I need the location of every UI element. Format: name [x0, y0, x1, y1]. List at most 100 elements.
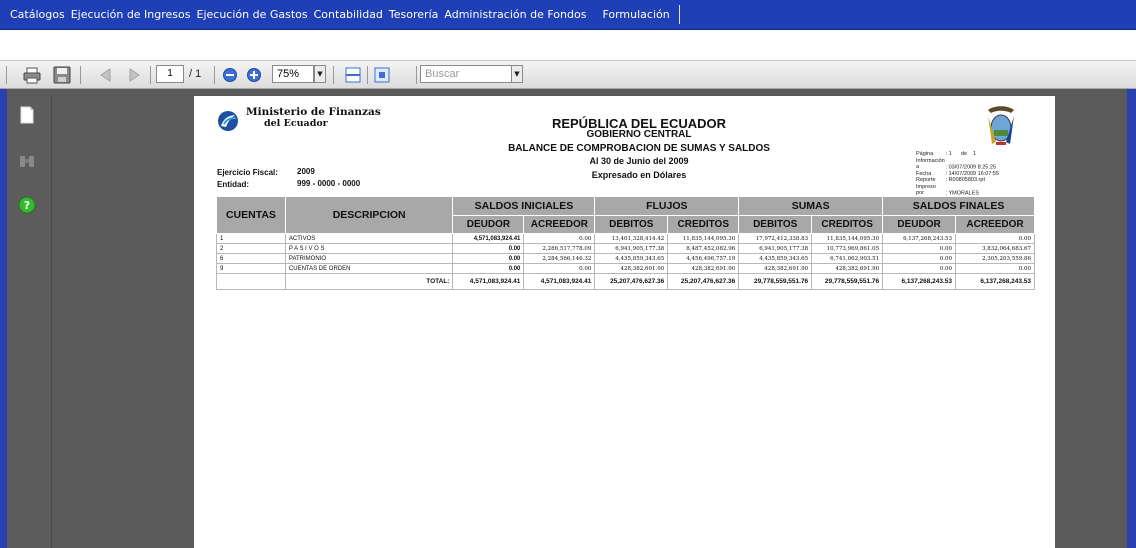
ministry-name: Ministerio de Finanzas — [246, 106, 381, 118]
zoom-out-button[interactable] — [220, 65, 240, 84]
informacion-label: Información a — [916, 157, 945, 171]
menu-bar: Catálogos Ejecución de Ingresos Ejecució… — [0, 0, 1136, 30]
table-row: 2 P A S I V O S 0.00 2,286,517,778.09 6,… — [216, 243, 1035, 254]
cell-fl-creditos: 8,487,452,082.96 — [667, 243, 740, 254]
cell-total-empty — [216, 273, 286, 290]
chevron-down-icon: ▼ — [317, 70, 323, 78]
print-icon — [23, 67, 41, 83]
report-date: Al 30 de Junio del 2009 — [589, 156, 689, 166]
cell-si-acreedor: 2,286,517,778.09 — [523, 243, 596, 254]
first-page-button[interactable] — [96, 65, 116, 84]
cell-sf-deudor: 0.00 — [882, 253, 957, 264]
cell-su-creditos: 11,835,144,095.30 — [811, 233, 884, 244]
col-su-creditos: CREDITOS — [811, 215, 884, 234]
toolbar-separator — [80, 66, 81, 84]
report-name: BALANCE DE COMPROBACION DE SUMAS Y SALDO… — [508, 143, 770, 154]
fit-width-icon — [345, 67, 361, 82]
cell-descripcion: PATRIMONIO — [285, 253, 454, 264]
toolbar-separator — [416, 66, 417, 84]
cell-cuenta: 9 — [216, 263, 286, 274]
cell-total-su-debitos: 29,778,559,551.76 — [738, 273, 813, 290]
col-sumas: SUMAS — [738, 196, 884, 216]
col-cuentas: CUENTAS — [216, 196, 286, 234]
chevron-down-icon: ▼ — [514, 70, 520, 78]
pagina-total: 1 — [973, 151, 977, 157]
report-toolbar: 1 / 1 75% ▼ Buscar ▼ — [0, 61, 1136, 89]
menu-catalogos[interactable]: Catálogos — [0, 8, 68, 21]
cell-sf-acreedor: 0.00 — [955, 263, 1035, 274]
zoom-out-icon — [223, 67, 237, 82]
cell-total-si-deudor: 4,571,083,924.41 — [452, 273, 525, 290]
document-map-button[interactable] — [18, 106, 36, 124]
cell-si-deudor: 0.00 — [452, 243, 525, 254]
cell-sf-acreedor: 0.00 — [955, 233, 1035, 244]
binoculars-icon — [20, 156, 34, 167]
cell-si-deudor: 0.00 — [452, 263, 525, 274]
zoom-select[interactable]: 75% — [272, 65, 314, 83]
viewer-left-margin — [52, 96, 194, 548]
page-number-input[interactable]: 1 — [156, 65, 184, 83]
fiscal-year-value: 2009 — [297, 167, 315, 176]
col-fl-debitos: DEBITOS — [594, 215, 669, 234]
search-dropdown-button[interactable]: ▼ — [511, 65, 523, 83]
cell-total-si-acreedor: 4,571,083,924.41 — [523, 273, 596, 290]
pagina-value: : 1 — [945, 151, 952, 157]
cell-su-debitos: 6,941,905,177.38 — [738, 243, 813, 254]
left-frame-border — [0, 89, 7, 548]
next-page-button[interactable] — [124, 65, 144, 84]
cell-sf-deudor: 0.00 — [882, 243, 957, 254]
menu-formulacion[interactable]: Formulación — [599, 8, 672, 21]
report-subtitle: GOBIERNO CENTRAL — [586, 129, 692, 140]
ministry-logo-icon — [218, 111, 238, 131]
zoom-in-icon — [247, 67, 261, 82]
cell-su-debitos: 17,972,412,338.83 — [738, 233, 813, 244]
search-input[interactable]: Buscar — [420, 65, 512, 83]
col-flujos: FLUJOS — [594, 196, 740, 216]
next-page-icon — [129, 67, 140, 82]
menu-administracion-fondos[interactable]: Administración de Fondos — [441, 8, 589, 21]
fit-page-button[interactable] — [372, 65, 392, 84]
cell-total-su-creditos: 29,778,559,551.76 — [811, 273, 884, 290]
cell-sf-deudor: 6,137,268,243.53 — [882, 233, 957, 244]
menu-contabilidad[interactable]: Contabilidad — [311, 8, 386, 21]
ministry-country: del Ecuador — [264, 118, 328, 129]
cell-su-creditos: 428,382,691.90 — [811, 263, 884, 274]
menu-tesoreria[interactable]: Tesorería — [386, 8, 441, 21]
cell-fl-debitos: 13,401,328,414.42 — [594, 233, 669, 244]
ecuador-coat-of-arms-icon — [988, 106, 1014, 145]
cell-sf-deudor: 0.00 — [882, 263, 957, 274]
col-si-acreedor: ACREEDOR — [523, 215, 596, 234]
table-row: 6 PATRIMONIO 0.00 2,284,566,146.32 4,435… — [216, 253, 1035, 264]
page-total: / 1 — [189, 68, 202, 80]
toolbar-separator — [214, 66, 215, 84]
cell-total-sf-acreedor: 6,137,268,243.53 — [955, 273, 1035, 290]
menu-ejecucion-ingresos[interactable]: Ejecución de Ingresos — [68, 8, 194, 21]
table-row: 1 ACTIVOS 4,571,083,924.41 0.00 13,401,3… — [216, 233, 1035, 244]
fecha-value: : 14/07/2009 16:07:55 — [945, 170, 1000, 177]
document-icon — [20, 106, 34, 124]
cell-si-deudor: 0.00 — [452, 253, 525, 264]
cell-cuenta: 1 — [216, 233, 286, 244]
cell-si-acreedor: 0.00 — [523, 263, 596, 274]
report-page: Ministerio de Finanzas del Ecuador REPÚB… — [194, 96, 1055, 548]
find-button[interactable] — [18, 152, 36, 170]
table-row: 9 CUENTAS DE ORDEN 0.00 0.00 428,382,691… — [216, 263, 1035, 274]
cell-fl-debitos: 4,435,859,343.65 — [594, 253, 669, 264]
save-button[interactable] — [52, 65, 72, 84]
entity-label: Entidad: — [217, 180, 249, 189]
cell-si-acreedor: 2,284,566,146.32 — [523, 253, 596, 264]
fit-page-icon — [374, 67, 390, 82]
print-button[interactable] — [22, 65, 42, 84]
fiscal-year-label: Ejercicio Fiscal: — [217, 168, 278, 177]
zoom-dropdown-button[interactable]: ▼ — [314, 65, 326, 83]
zoom-in-button[interactable] — [244, 65, 264, 84]
cell-total-fl-creditos: 25,207,476,627.36 — [667, 273, 740, 290]
col-saldos-iniciales: SALDOS INICIALES — [452, 196, 596, 216]
cell-sf-acreedor: 3,832,064,683.67 — [955, 243, 1035, 254]
toolbar-separator — [150, 66, 151, 84]
menu-ejecucion-gastos[interactable]: Ejecución de Gastos — [194, 8, 311, 21]
impreso-label: Impreso por — [916, 183, 936, 197]
help-button[interactable]: ? — [18, 196, 36, 214]
fit-width-button[interactable] — [343, 65, 363, 84]
balance-table: CUENTAS DESCRIPCION SALDOS INICIALES FLU… — [216, 196, 1035, 290]
